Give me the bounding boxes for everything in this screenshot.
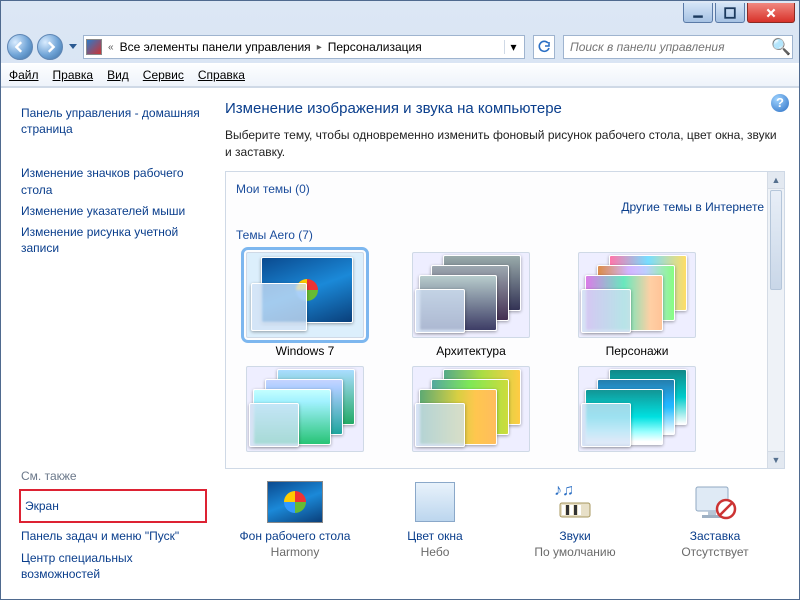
setting-desktop-background[interactable]: Фон рабочего стола Harmony xyxy=(225,481,365,559)
setting-value: Harmony xyxy=(225,545,365,559)
breadcrumb-item[interactable]: Персонализация xyxy=(324,40,426,54)
themes-pane: ▲ ▼ Мои темы (0) Другие темы в Интернете… xyxy=(225,171,785,469)
scroll-down-button[interactable]: ▼ xyxy=(768,451,784,468)
control-panel-icon xyxy=(86,39,102,55)
forward-button[interactable] xyxy=(37,34,63,60)
refresh-button[interactable] xyxy=(533,35,555,59)
setting-label: Заставка xyxy=(645,529,785,543)
scroll-up-button[interactable]: ▲ xyxy=(768,172,784,189)
theme-item[interactable] xyxy=(240,366,370,458)
see-also-section: См. также Экран Панель задач и меню "Пус… xyxy=(21,469,205,587)
theme-item[interactable] xyxy=(572,366,702,458)
menu-view[interactable]: Вид xyxy=(107,68,129,82)
search-icon[interactable]: 🔍 xyxy=(770,37,792,57)
theme-label: Windows 7 xyxy=(240,344,370,358)
theme-item[interactable] xyxy=(406,366,536,458)
setting-value: По умолчанию xyxy=(505,545,645,559)
setting-value: Небо xyxy=(365,545,505,559)
setting-label: Фон рабочего стола xyxy=(225,529,365,543)
aero-themes-label: Темы Aero (7) xyxy=(236,228,774,242)
my-themes-label: Мои темы (0) xyxy=(236,182,774,196)
sidebar: Панель управления - домашняя страница Из… xyxy=(1,88,211,599)
theme-row xyxy=(236,362,774,462)
content-pane: ? Изменение изображения и звука на компь… xyxy=(211,88,799,599)
breadcrumb-root: « xyxy=(106,42,116,53)
theme-characters[interactable]: Персонажи xyxy=(572,252,702,358)
theme-architecture[interactable]: Архитектура xyxy=(406,252,536,358)
theme-label: Архитектура xyxy=(406,344,536,358)
theme-windows7[interactable]: Windows 7 xyxy=(240,252,370,358)
svg-text:♪♫: ♪♫ xyxy=(554,482,574,499)
setting-value: Отсутствует xyxy=(645,545,785,559)
setting-window-color[interactable]: Цвет окна Небо xyxy=(365,481,505,559)
menu-tools[interactable]: Сервис xyxy=(143,68,184,82)
scroll-thumb[interactable] xyxy=(770,190,782,290)
minimize-button[interactable] xyxy=(683,3,713,23)
search-box[interactable]: 🔍 xyxy=(563,35,793,59)
sidebar-link-display[interactable]: Экран xyxy=(25,498,201,514)
see-also-heading: См. также xyxy=(21,469,205,483)
setting-sounds[interactable]: ♪♫ Звуки По умолчанию xyxy=(505,481,645,559)
highlight-annotation: Экран xyxy=(19,489,207,523)
titlebar xyxy=(1,1,799,31)
address-bar[interactable]: « Все элементы панели управления ▸ Персо… xyxy=(83,35,525,59)
breadcrumb-item[interactable]: Все элементы панели управления xyxy=(116,40,315,54)
address-dropdown[interactable]: ▾ xyxy=(504,40,522,54)
close-button[interactable] xyxy=(747,3,795,23)
setting-label: Звуки xyxy=(505,529,645,543)
back-button[interactable] xyxy=(7,34,33,60)
online-themes-link[interactable]: Другие темы в Интернете xyxy=(621,200,764,214)
theme-label: Персонажи xyxy=(572,344,702,358)
sidebar-link-mouse-pointers[interactable]: Изменение указателей мыши xyxy=(21,203,205,219)
sidebar-link-desktop-icons[interactable]: Изменение значков рабочего стола xyxy=(21,165,205,197)
nav-history-dropdown[interactable] xyxy=(67,36,79,58)
scrollbar[interactable]: ▲ ▼ xyxy=(767,172,784,468)
menu-help[interactable]: Справка xyxy=(198,68,245,82)
nav-row: « Все элементы панели управления ▸ Персо… xyxy=(1,31,799,63)
setting-label: Цвет окна xyxy=(365,529,505,543)
theme-row: Windows 7 Архитектура xyxy=(236,244,774,362)
page-subtitle: Выберите тему, чтобы одновременно измени… xyxy=(225,127,785,161)
help-icon[interactable]: ? xyxy=(771,94,789,112)
setting-screensaver[interactable]: Заставка Отсутствует xyxy=(645,481,785,559)
chevron-right-icon: ▸ xyxy=(315,42,324,53)
page-title: Изменение изображения и звука на компьют… xyxy=(225,100,785,117)
main-area: Панель управления - домашняя страница Из… xyxy=(1,87,799,599)
sidebar-link-ease-of-access[interactable]: Центр специальных возможностей xyxy=(21,550,205,582)
menu-file[interactable]: Файл xyxy=(9,68,39,82)
menu-edit[interactable]: Правка xyxy=(53,68,94,82)
bottom-settings-row: Фон рабочего стола Harmony Цвет окна Неб… xyxy=(225,469,785,559)
menu-bar: Файл Правка Вид Сервис Справка xyxy=(1,63,799,87)
maximize-button[interactable] xyxy=(715,3,745,23)
window-frame: « Все элементы панели управления ▸ Персо… xyxy=(0,0,800,600)
sidebar-link-account-picture[interactable]: Изменение рисунка учетной записи xyxy=(21,224,205,256)
sidebar-home[interactable]: Панель управления - домашняя страница xyxy=(21,105,205,137)
search-input[interactable] xyxy=(564,40,770,54)
sidebar-link-taskbar[interactable]: Панель задач и меню "Пуск" xyxy=(21,528,205,544)
